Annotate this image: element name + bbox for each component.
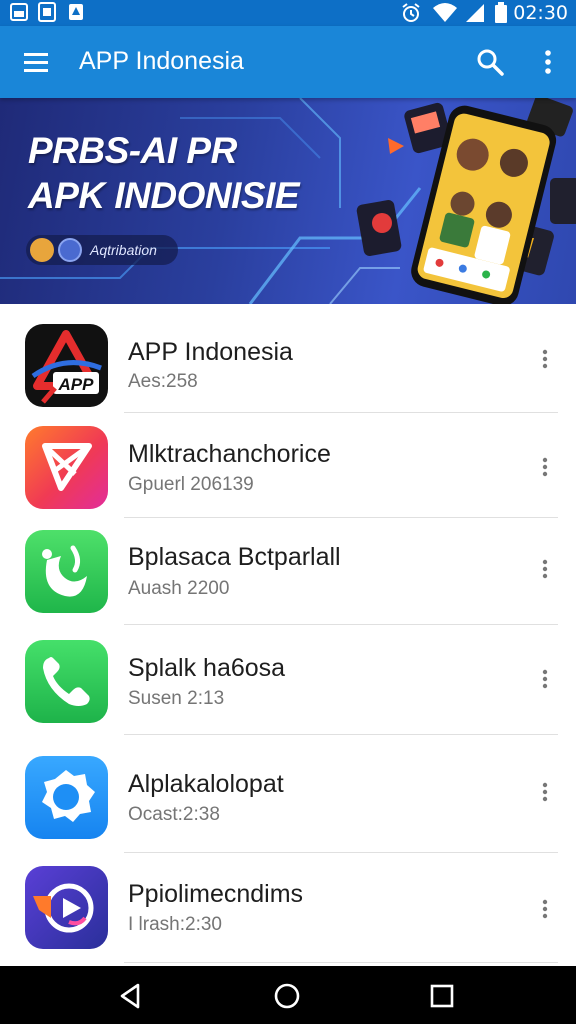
list-item[interactable]: Splalk ha6osa Susen 2:13 (0, 634, 576, 744)
list-item[interactable]: Mlktrachanchorice Gpuerl 206139 (0, 420, 576, 530)
list-item[interactable]: Alplakalolopat Ocast:2:38 (0, 750, 576, 860)
phone-icon (25, 640, 108, 723)
app-name: Mlktrachanchorice (128, 440, 331, 468)
divider (124, 624, 558, 625)
search-icon[interactable] (474, 46, 506, 78)
menu-icon[interactable] (20, 46, 52, 78)
divider (124, 852, 558, 853)
list-item[interactable]: Bplasaca Bctparlall Auash 2200 (0, 524, 576, 634)
green-leaf-icon (25, 530, 108, 613)
app-bar: APP Indonesia (0, 26, 576, 98)
red-pink-logo-icon (25, 426, 108, 509)
app-name: Bplasaca Bctparlall (128, 543, 341, 571)
list-item[interactable]: Ppiolimecndims I lrash:2:30 (0, 860, 576, 966)
app-indonesia-logo-icon: APP (25, 324, 108, 407)
divider (124, 734, 558, 735)
recents-icon[interactable] (427, 981, 457, 1011)
divider (124, 412, 558, 413)
banner-badge-label: Aqtribation (90, 242, 157, 258)
more-vert-icon[interactable] (533, 557, 557, 581)
promo-banner[interactable]: PRBS-AI PR APK INDONISIE Aqtribation (0, 98, 576, 304)
more-vert-icon[interactable] (533, 897, 557, 921)
app-list: APP APP Indonesia Aes:258 Mlktrachanchor… (0, 304, 576, 966)
app-subtitle: Aes:258 (128, 371, 198, 392)
banner-title-line2: APK INDONISIE (28, 175, 300, 216)
avatar-icon (30, 238, 54, 262)
clock: 02:30 (513, 2, 568, 24)
app-subtitle: Gpuerl 206139 (128, 474, 254, 495)
more-vert-icon[interactable] (533, 347, 557, 371)
banner-title-line1: PRBS-AI PR (28, 130, 237, 171)
more-vert-icon[interactable] (533, 667, 557, 691)
page-title: APP Indonesia (79, 47, 244, 75)
svg-text:APP: APP (58, 375, 95, 394)
info-icon (58, 238, 82, 262)
app-name: Ppiolimecndims (128, 880, 304, 908)
more-vert-icon[interactable] (533, 780, 557, 804)
app-name: Alplakalolopat (128, 770, 284, 798)
app-subtitle: Ocast:2:38 (128, 804, 220, 825)
app-subtitle: I lrash:2:30 (128, 914, 222, 935)
gallery-icon (10, 3, 28, 21)
play-logo-icon (25, 866, 108, 949)
battery-icon (495, 2, 507, 23)
phone-illustration-icon (356, 98, 576, 304)
app-subtitle: Susen 2:13 (128, 688, 225, 709)
screenshot-icon (38, 2, 56, 22)
app-name: APP Indonesia (128, 338, 293, 366)
home-icon[interactable] (272, 981, 302, 1011)
alarm-icon (402, 3, 420, 22)
back-icon[interactable] (116, 981, 146, 1011)
divider (124, 962, 558, 963)
more-vert-icon[interactable] (533, 455, 557, 479)
divider (124, 517, 558, 518)
blue-gear-icon (25, 756, 108, 839)
app-subtitle: Auash 2200 (128, 578, 230, 599)
more-vert-icon[interactable] (532, 46, 564, 78)
banner-badge[interactable]: Aqtribation (26, 235, 178, 265)
app-name: Splalk ha6osa (128, 654, 286, 682)
signal-icon (466, 4, 484, 22)
status-bar: 02:30 (0, 0, 576, 26)
notification-icon (69, 4, 83, 20)
wifi-icon (433, 3, 457, 22)
navigation-bar (0, 966, 576, 1024)
